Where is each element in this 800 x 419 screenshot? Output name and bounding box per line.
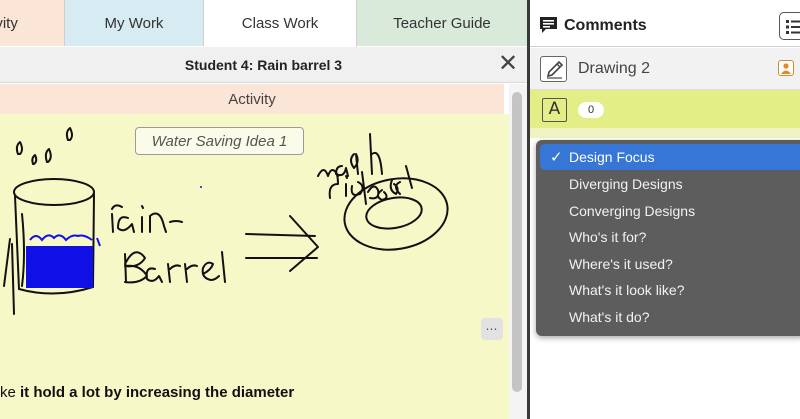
option-label: Where's it used? [569, 256, 673, 272]
comments-header: Comments [530, 0, 800, 47]
document-header: Student 4: Rain barrel 3 ✕ [0, 47, 527, 83]
tag-icon[interactable]: A [542, 98, 567, 122]
tab-activity-label: ivity [0, 14, 18, 32]
comments-title: Comments [564, 17, 647, 34]
tab-my-work[interactable]: My Work [65, 0, 204, 46]
option-label: Diverging Designs [569, 176, 683, 192]
section-label: Activity [228, 90, 276, 108]
document-scrollbar[interactable] [509, 84, 527, 419]
student-caption: ke it hold a lot by increasing the diame… [0, 384, 294, 401]
drawing-title: Water Saving Idea 1 [135, 127, 304, 155]
tag-dropdown-menu[interactable]: ✓ Design Focus Diverging Designs Converg… [536, 140, 800, 336]
checkmark-icon: ✓ [550, 148, 563, 166]
option-label: What's it do? [569, 309, 650, 325]
comment-document-row[interactable]: Drawing 2 [530, 48, 800, 90]
pencil-icon [540, 56, 567, 82]
caption-text: it hold a lot by increasing the diameter [20, 384, 295, 401]
close-icon[interactable]: ✕ [498, 51, 518, 75]
option-label: Design Focus [569, 149, 655, 165]
document-name: Drawing 2 [578, 60, 651, 77]
drawing-title-text: Water Saving Idea 1 [151, 132, 288, 150]
menu-option-converging-designs[interactable]: Converging Designs [536, 198, 800, 224]
caption-prefix: ke [0, 384, 21, 401]
tab-teacher-guide-label: Teacher Guide [393, 14, 491, 32]
tab-class-work-label: Class Work [241, 14, 319, 32]
menu-option-what-does-it-do[interactable]: What's it do? [536, 304, 800, 330]
list-icon [786, 20, 800, 34]
user-icon [778, 60, 794, 76]
tab-class-work[interactable]: Class Work [204, 0, 357, 47]
option-label: Who's it for? [569, 229, 647, 245]
arrow-drawing [245, 215, 319, 272]
water-drawing [26, 186, 202, 288]
comment-count-badge: 0 [578, 102, 604, 118]
option-label: Converging Designs [569, 203, 696, 219]
document-title: Student 4: Rain barrel 3 [184, 57, 343, 73]
comments-icon [540, 17, 557, 33]
dish-drawing [317, 133, 449, 251]
menu-option-design-focus[interactable]: ✓ Design Focus [540, 144, 800, 170]
drawing-tile[interactable]: Water Saving Idea 1 ⋯ ke it hold a lot b… [0, 114, 509, 419]
more-options-icon[interactable]: ⋯ [481, 318, 503, 340]
menu-option-what-does-it-look-like[interactable]: What's it look like? [536, 277, 800, 303]
scrollbar-thumb[interactable] [512, 92, 522, 392]
tab-activity[interactable]: ivity [0, 0, 65, 46]
tag-row-fade [530, 128, 800, 138]
menu-option-whos-it-for[interactable]: Who's it for? [536, 224, 800, 250]
raindrop-drawing [15, 127, 73, 165]
tab-teacher-guide[interactable]: Teacher Guide [357, 0, 527, 46]
list-view-button[interactable] [779, 12, 800, 40]
student-drawing [3, 127, 449, 315]
section-header-activity: Activity [0, 84, 504, 114]
comment-tag-row: A 0 [530, 90, 800, 128]
tab-my-work-label: My Work [104, 14, 164, 32]
menu-option-diverging-designs[interactable]: Diverging Designs [536, 171, 800, 197]
menu-option-wheres-it-used[interactable]: Where's it used? [536, 251, 800, 277]
option-label: What's it look like? [569, 282, 685, 298]
section-tabs: ivity My Work Class Work Teacher Guide [0, 0, 527, 47]
